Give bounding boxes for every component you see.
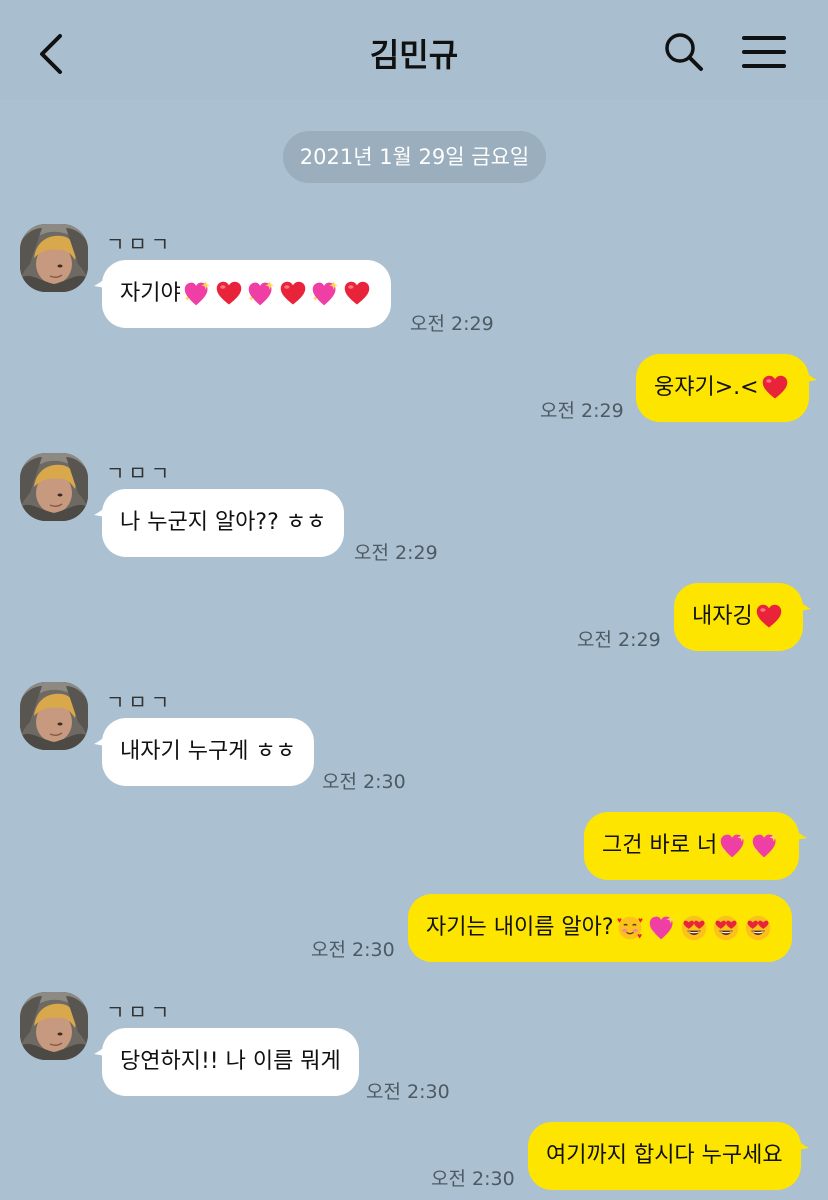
heart-icon (343, 280, 371, 308)
message-bubble[interactable]: 나 누군지 알아?? ㅎㅎ (102, 489, 345, 557)
sender-name: ㄱㅁㄱ (106, 232, 174, 256)
sparkling-heart-icon (183, 280, 211, 308)
message-text: 웅쟈기>.< (654, 375, 759, 400)
heart-icon (755, 603, 783, 631)
bubble-tail (94, 274, 110, 290)
back-button[interactable] (30, 30, 74, 78)
message-text: 자기는 내이름 알아? (426, 915, 614, 940)
message-time: 오전 2:29 (577, 629, 661, 651)
message-text: 내자기 누구게 ㅎㅎ (120, 739, 296, 764)
date-divider: 2021년 1월 29일 금요일 (283, 131, 546, 183)
heart-eyes-icon (744, 914, 772, 942)
sparkling-heart-icon (311, 280, 339, 308)
message-bubble[interactable]: 내자깅 (674, 583, 803, 651)
message-time: 오전 2:29 (410, 313, 494, 335)
bubble-tail (94, 1042, 110, 1058)
sender-avatar[interactable] (20, 224, 88, 292)
message-text: 당연하지!! 나 이름 뭐게 (120, 1049, 341, 1074)
search-icon (665, 33, 703, 71)
sender-avatar[interactable] (20, 682, 88, 750)
message-bubble[interactable]: 그건 바로 너 (584, 812, 799, 880)
menu-button[interactable] (740, 30, 790, 74)
heart-icon (279, 280, 307, 308)
message-time: 오전 2:30 (431, 1168, 515, 1190)
message-text: 나 누군지 알아?? ㅎㅎ (120, 510, 327, 535)
message-bubble[interactable]: 자기야 (102, 260, 391, 328)
heart-icon (761, 374, 789, 402)
message-bubble[interactable]: 내자기 누구게 ㅎㅎ (102, 718, 314, 786)
bubble-tail (94, 503, 110, 519)
sparkling-heart-icon (719, 832, 747, 860)
message-text: 그건 바로 너 (602, 833, 718, 858)
search-button[interactable] (662, 30, 706, 74)
sparkling-heart-icon (648, 914, 676, 942)
menu-icon (742, 36, 786, 68)
sparkling-heart-icon (751, 832, 779, 860)
message-bubble[interactable]: 여기까지 합시다 누구세요 (528, 1122, 801, 1190)
message-bubble[interactable]: 웅쟈기>.< (636, 354, 809, 422)
bubble-tail (94, 732, 110, 748)
heart-icon (215, 280, 243, 308)
back-arrow-icon (40, 34, 62, 74)
bubble-tail (791, 826, 807, 842)
message-time: 오전 2:30 (311, 939, 395, 961)
message-time: 오전 2:30 (366, 1081, 450, 1103)
sparkling-heart-icon (247, 280, 275, 308)
message-text: 여기까지 합시다 누구세요 (546, 1143, 783, 1168)
heart-eyes-icon (680, 914, 708, 942)
message-text: 내자깅 (692, 604, 753, 629)
message-bubble[interactable]: 자기는 내이름 알아? (408, 894, 792, 962)
heart-eyes-icon (712, 914, 740, 942)
message-text: 자기야 (120, 281, 181, 306)
bubble-tail (793, 1136, 809, 1152)
bubble-tail (795, 597, 811, 613)
sender-name: ㄱㅁㄱ (106, 461, 174, 485)
sender-name: ㄱㅁㄱ (106, 1000, 174, 1024)
message-bubble[interactable]: 당연하지!! 나 이름 뭐게 (102, 1028, 359, 1096)
message-time: 오전 2:29 (354, 542, 438, 564)
chat-header: 김민규 (0, 0, 828, 100)
message-time: 오전 2:30 (322, 771, 406, 793)
sender-name: ㄱㅁㄱ (106, 690, 174, 714)
message-time: 오전 2:29 (540, 400, 624, 422)
bubble-tail (801, 368, 817, 384)
sender-avatar[interactable] (20, 453, 88, 521)
smiling-face-with-hearts-icon (616, 914, 644, 942)
sender-avatar[interactable] (20, 992, 88, 1060)
